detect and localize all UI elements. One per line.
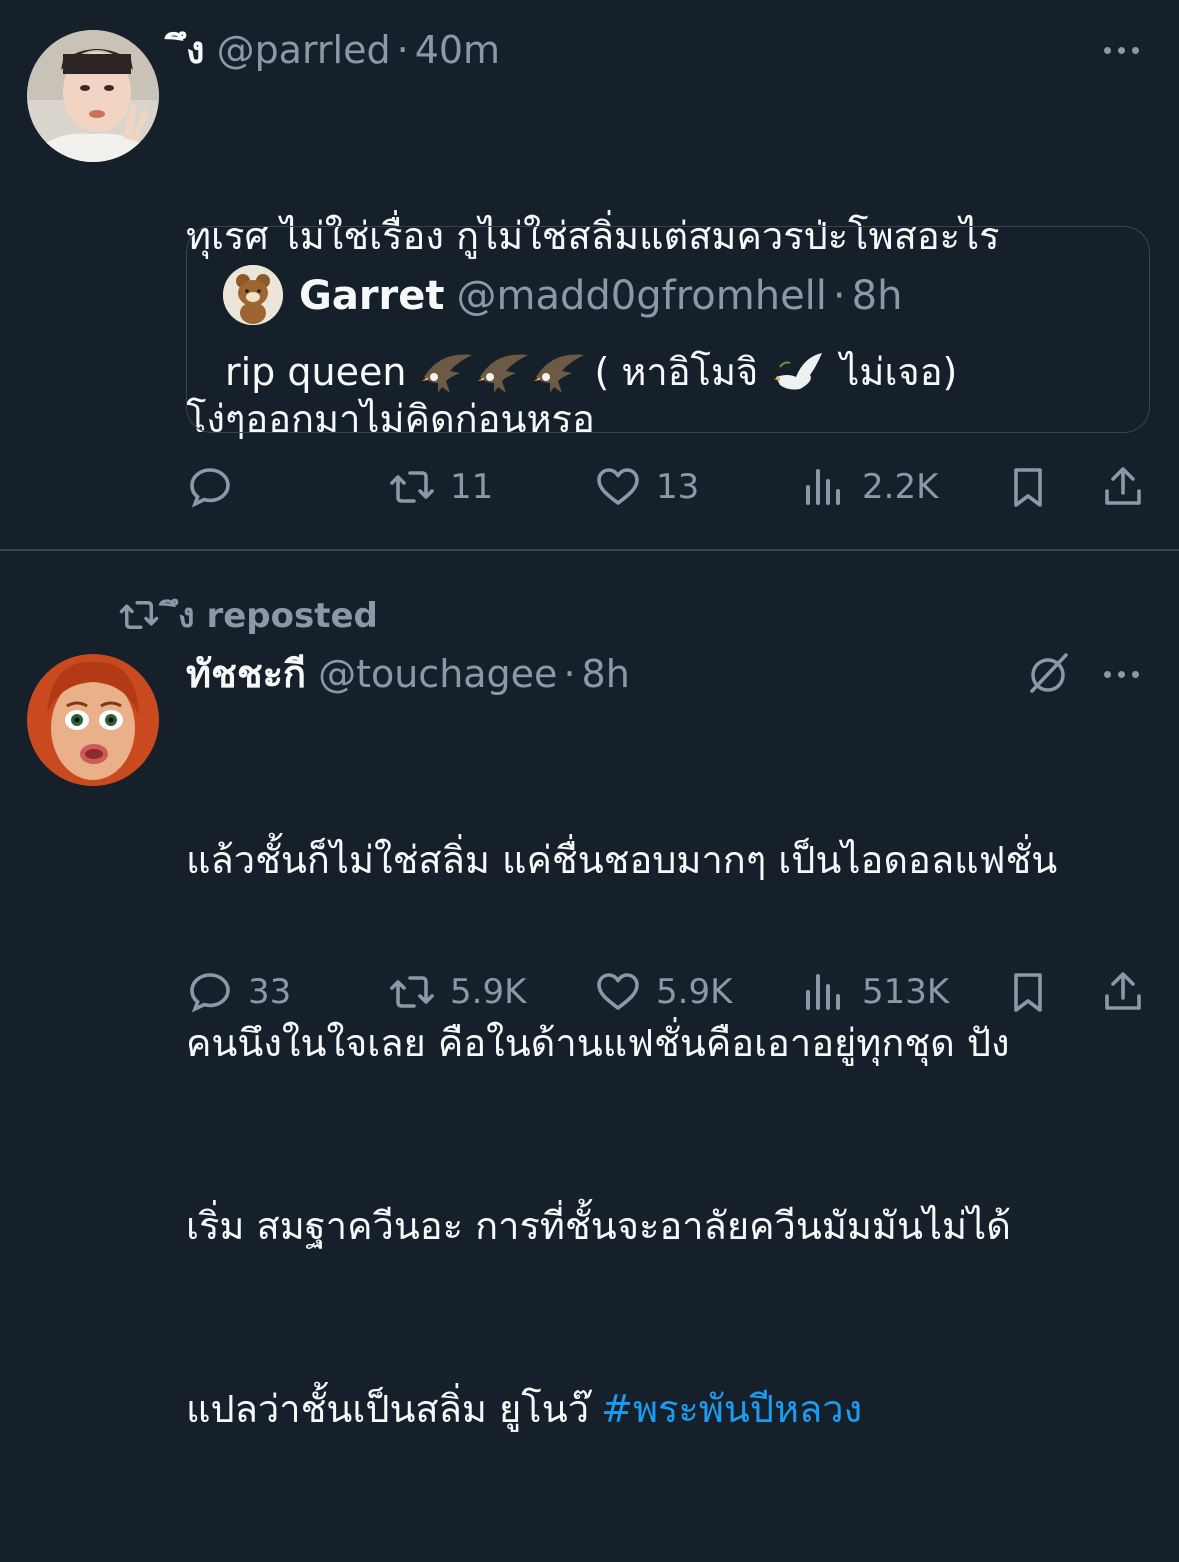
heart-icon [597, 973, 639, 1010]
user-handle[interactable]: @touchagee [318, 652, 557, 696]
retweet-count: 11 [450, 467, 494, 507]
retweet-button[interactable]: 11 [388, 457, 493, 517]
reply-button[interactable] [186, 457, 248, 517]
hashtag-link[interactable]: #พระพันปีหลวง [601, 1387, 862, 1431]
share-icon [1105, 972, 1141, 1010]
tweet-header: ึง @parrled · 40m [186, 28, 500, 72]
views-count: 2.2K [862, 467, 939, 507]
analytics-icon [806, 974, 840, 1010]
quote-tweet-card[interactable]: Garret @madd0gfromhell · 8h rip queen ( … [186, 226, 1150, 433]
eagle-icon [420, 347, 476, 397]
reply-button[interactable]: 33 [186, 962, 291, 1022]
timestamp[interactable]: 40m [415, 28, 500, 72]
like-button[interactable]: 13 [594, 457, 699, 517]
quote-user-handle[interactable]: @madd0gfromhell [457, 273, 827, 319]
quote-timestamp: 8h [851, 273, 903, 319]
more-options-icon[interactable] [1104, 40, 1139, 60]
reply-count: 33 [248, 972, 292, 1012]
tweet-actions: 33 5.9K 5.9K 513K [0, 962, 1179, 1022]
tweet-text-line: แล้วชั้นก็ไม่ใช่สลิ่ม แค่ชื่นชอบมากๆ เป็… [186, 838, 1058, 882]
quote-avatar[interactable] [223, 265, 283, 325]
tweet-text-line: เริ่ม สมฐาควีนอะ การที่ชั้นจะอาลัยควีนมั… [186, 1204, 1011, 1248]
quote-text-end: ไม่เจอ) [840, 350, 958, 394]
quote-header: Garret @madd0gfromhell · 8h [299, 273, 902, 319]
quote-text-mid: ( หาอิโมจิ [594, 350, 759, 394]
separator-dot: · [396, 28, 409, 72]
retweet-icon [390, 976, 434, 1008]
avatar[interactable] [27, 654, 159, 786]
tweet-header: ทัชชะกี @touchagee · 8h [186, 652, 630, 696]
grok-icon[interactable] [1024, 649, 1072, 697]
like-button[interactable]: 5.9K [594, 962, 732, 1022]
avatar[interactable] [27, 30, 159, 162]
tweet-2[interactable]: ทัชชะกี @touchagee · 8h แล้วชั้นก็ไม่ใช่… [0, 551, 1179, 1431]
reply-icon [190, 973, 230, 1013]
views-count: 513K [862, 972, 950, 1012]
retweet-button[interactable]: 5.9K [388, 962, 526, 1022]
eagle-icon [532, 347, 588, 397]
tweet-text-line: คนนึงในใจเลย คือในด้านแฟชั่นคือเอาอยู่ทุ… [186, 1021, 1010, 1065]
tweet-text-line-start: แปลว่าชั้นเป็นสลิ่ม ยูโนว๊ [186, 1387, 602, 1431]
bookmark-icon [1014, 468, 1042, 507]
views-button[interactable]: 513K [800, 962, 949, 1022]
eagle-icon [476, 347, 532, 397]
like-count: 5.9K [656, 972, 733, 1012]
separator-dot: · [832, 273, 846, 319]
tweet-text: แล้วชั้นก็ไม่ใช่สลิ่ม แค่ชื่นชอบมากๆ เป็… [186, 708, 1057, 1562]
quote-text-start: rip queen [225, 350, 407, 394]
retweet-count: 5.9K [450, 972, 527, 1012]
share-button[interactable] [1099, 962, 1147, 1022]
bookmark-button[interactable] [1004, 457, 1052, 517]
share-icon [1105, 467, 1141, 505]
share-button[interactable] [1099, 457, 1147, 517]
bookmark-icon [1014, 973, 1042, 1012]
timestamp[interactable]: 8h [582, 652, 630, 696]
user-handle[interactable]: @parrled [217, 28, 391, 72]
quote-display-name[interactable]: Garret [299, 273, 445, 319]
more-options-icon[interactable] [1104, 664, 1139, 684]
display-name[interactable]: ึง [186, 28, 205, 72]
analytics-icon [806, 469, 840, 505]
like-count: 13 [656, 467, 700, 507]
views-button[interactable]: 2.2K [800, 457, 938, 517]
separator-dot: · [563, 652, 576, 696]
retweet-icon [390, 471, 434, 503]
heart-icon [597, 468, 639, 505]
tweet-actions: 11 13 2.2K [0, 457, 1179, 517]
reply-icon [190, 468, 230, 508]
tweet-text-line: แปลว่าชั้นเป็นสลิ่ม ยูโนว๊ #พระพันปีหลวง [186, 1379, 1057, 1440]
tweet-1[interactable]: ึง @parrled · 40m ทุเรศ ไม่ใช่เรื่อง กูไ… [0, 0, 1179, 549]
display-name[interactable]: ทัชชะกี [186, 652, 306, 696]
dove-icon [770, 347, 826, 397]
quote-text: rip queen ( หาอิโมจิ ไม่เจอ) [225, 347, 957, 397]
bookmark-button[interactable] [1004, 962, 1052, 1022]
